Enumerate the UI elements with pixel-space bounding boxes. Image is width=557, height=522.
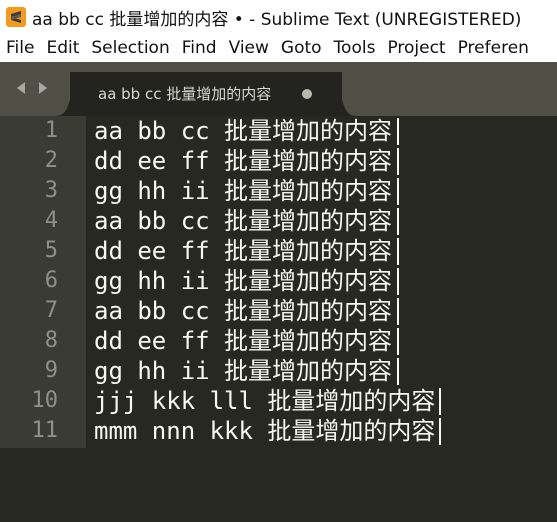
editor-line[interactable]: 11 mmm nnn kkk 批量增加的内容 bbox=[0, 416, 557, 446]
sublime-text-window: aa bb cc 批量增加的内容 • - Sublime Text (UNREG… bbox=[0, 0, 557, 522]
chevron-left-icon[interactable] bbox=[14, 80, 28, 96]
text-cursor bbox=[397, 298, 399, 325]
tab-navigation bbox=[14, 80, 50, 96]
line-number: 11 bbox=[31, 418, 59, 443]
line-text[interactable]: gg hh ii 批量增加的内容 bbox=[94, 176, 392, 206]
line-number: 9 bbox=[44, 358, 58, 383]
line-number: 3 bbox=[44, 178, 58, 203]
tab-label: aa bb cc 批量增加的内容 bbox=[98, 85, 272, 103]
tab-active-file[interactable]: aa bb cc 批量增加的内容 bbox=[54, 72, 358, 116]
title-bar: aa bb cc 批量增加的内容 • - Sublime Text (UNREG… bbox=[0, 0, 557, 34]
line-number: 6 bbox=[44, 268, 58, 293]
menu-goto[interactable]: Goto bbox=[275, 34, 328, 62]
editor-line[interactable]: 1 aa bb cc 批量增加的内容 bbox=[0, 116, 557, 146]
editor-line[interactable]: 3 gg hh ii 批量增加的内容 bbox=[0, 176, 557, 206]
text-cursor bbox=[439, 418, 441, 445]
editor-line[interactable]: 6 gg hh ii 批量增加的内容 bbox=[0, 266, 557, 296]
text-cursor bbox=[397, 148, 399, 175]
line-text[interactable]: mmm nnn kkk 批量增加的内容 bbox=[94, 416, 435, 446]
line-number: 5 bbox=[44, 238, 58, 263]
editor-line[interactable]: 2 dd ee ff 批量增加的内容 bbox=[0, 146, 557, 176]
line-number: 7 bbox=[44, 298, 58, 323]
line-number: 2 bbox=[44, 148, 58, 173]
editor-line[interactable]: 9 gg hh ii 批量增加的内容 bbox=[0, 356, 557, 386]
line-number: 10 bbox=[31, 388, 59, 413]
menu-view[interactable]: View bbox=[223, 34, 275, 62]
line-text[interactable]: dd ee ff 批量增加的内容 bbox=[94, 326, 392, 356]
line-text[interactable]: gg hh ii 批量增加的内容 bbox=[94, 356, 392, 386]
text-cursor bbox=[397, 328, 399, 355]
line-number: 8 bbox=[44, 328, 58, 353]
sublime-text-icon bbox=[6, 7, 26, 27]
text-cursor bbox=[397, 178, 399, 205]
text-cursor bbox=[397, 238, 399, 265]
menu-selection[interactable]: Selection bbox=[85, 34, 175, 62]
text-cursor bbox=[397, 208, 399, 235]
text-cursor bbox=[397, 118, 399, 145]
text-cursor bbox=[439, 388, 441, 415]
editor-line[interactable]: 7 aa bb cc 批量增加的内容 bbox=[0, 296, 557, 326]
editor-line[interactable]: 10 jjj kkk lll 批量增加的内容 bbox=[0, 386, 557, 416]
editor-line[interactable]: 8 dd ee ff 批量增加的内容 bbox=[0, 326, 557, 356]
menu-project[interactable]: Project bbox=[381, 34, 451, 62]
window-title: aa bb cc 批量增加的内容 • - Sublime Text (UNREG… bbox=[32, 9, 522, 30]
line-text[interactable]: dd ee ff 批量增加的内容 bbox=[94, 236, 392, 266]
line-text[interactable]: aa bb cc 批量增加的内容 bbox=[94, 116, 392, 146]
line-number: 1 bbox=[44, 118, 58, 143]
line-text[interactable]: gg hh ii 批量增加的内容 bbox=[94, 266, 392, 296]
menu-preferences[interactable]: Preferen bbox=[452, 34, 535, 62]
editor-line[interactable]: 5 dd ee ff 批量增加的内容 bbox=[0, 236, 557, 266]
line-number: 4 bbox=[44, 208, 58, 233]
menu-tools[interactable]: Tools bbox=[328, 34, 382, 62]
line-text[interactable]: dd ee ff 批量增加的内容 bbox=[94, 146, 392, 176]
line-text[interactable]: aa bb cc 批量增加的内容 bbox=[94, 296, 392, 326]
menu-file[interactable]: File bbox=[0, 34, 40, 62]
editor-line[interactable]: 4 aa bb cc 批量增加的内容 bbox=[0, 206, 557, 236]
line-text[interactable]: jjj kkk lll 批量增加的内容 bbox=[94, 386, 435, 416]
menu-edit[interactable]: Edit bbox=[40, 34, 85, 62]
text-cursor bbox=[397, 358, 399, 385]
menu-find[interactable]: Find bbox=[176, 34, 223, 62]
menu-bar: File Edit Selection Find View Goto Tools… bbox=[0, 34, 557, 62]
text-cursor bbox=[397, 268, 399, 295]
tab-bar: aa bb cc 批量增加的内容 bbox=[0, 62, 557, 116]
unsaved-dot-icon[interactable] bbox=[302, 89, 312, 99]
chevron-right-icon[interactable] bbox=[36, 80, 50, 96]
line-text[interactable]: aa bb cc 批量增加的内容 bbox=[94, 206, 392, 236]
editor-area[interactable]: 1 aa bb cc 批量增加的内容 2 dd ee ff 批量增加的内容 3 … bbox=[0, 116, 557, 522]
